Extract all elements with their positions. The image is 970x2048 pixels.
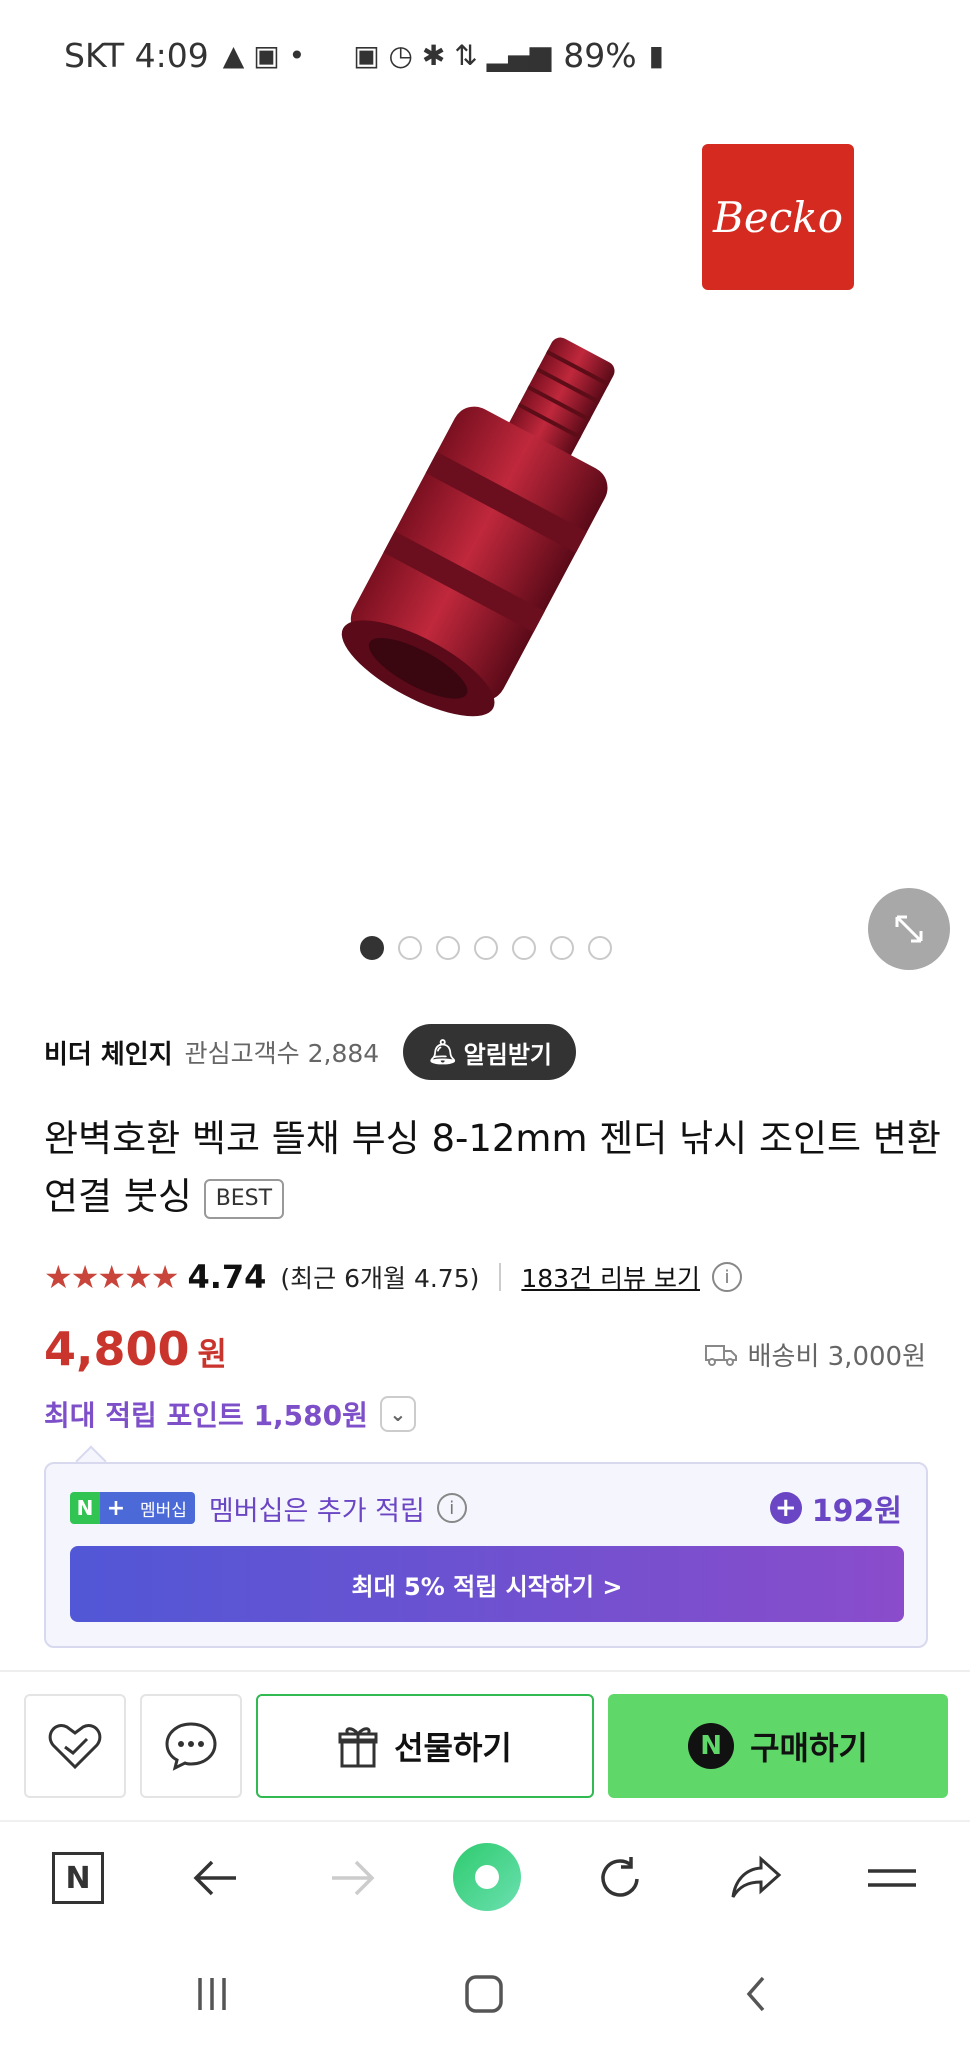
- expand-icon: [895, 915, 923, 943]
- carousel-dot-3[interactable]: [436, 936, 460, 960]
- status-left: SKT 4:09 ▲ ▣ •: [64, 36, 305, 75]
- notification-icons: ▲ ▣ •: [222, 39, 306, 72]
- product-image-carousel[interactable]: Becko: [0, 110, 970, 990]
- alarm-label: 알림받기: [463, 1040, 552, 1069]
- naver-pay-icon: N: [688, 1723, 735, 1769]
- status-bar: SKT 4:09 ▲ ▣ • ▣ ◷ ✱ ⇅ ▂▄▆ 89% ▮: [0, 0, 970, 110]
- menu-button[interactable]: [862, 1848, 922, 1908]
- gift-label: 선물하기: [394, 1729, 512, 1767]
- shipping-info: 배송비 3,000원: [704, 1336, 926, 1373]
- buy-label: 구매하기: [750, 1729, 868, 1767]
- naver-home-icon: N: [52, 1852, 104, 1904]
- membership-text: 멤버십은 추가 적립: [208, 1495, 425, 1527]
- carrier-time: SKT 4:09: [64, 36, 209, 75]
- share-button[interactable]: [726, 1848, 786, 1908]
- seller-fans-count: 관심고객수 2,884: [184, 1039, 380, 1068]
- recents-icon: [198, 1978, 226, 2010]
- recent-rating: (최근 6개월 4.75): [280, 1264, 480, 1293]
- carousel-dot-1[interactable]: [360, 936, 384, 960]
- membership-box: N + 멤버십 멤버십은 추가 적립 i + 192원 최대 5% 적립 시작하…: [44, 1462, 928, 1648]
- gift-icon: [338, 1727, 378, 1768]
- back-button[interactable]: [186, 1848, 246, 1908]
- system-back-button[interactable]: [726, 1964, 786, 2024]
- carousel-indicator: [360, 936, 612, 960]
- recents-button[interactable]: [182, 1964, 242, 2024]
- green-dot-icon: [453, 1843, 521, 1911]
- nplus-membership-badge: N + 멤버십: [70, 1492, 195, 1524]
- max-points-label: 최대 적립 포인트 1,580원: [44, 1399, 368, 1432]
- carousel-dot-5[interactable]: [512, 936, 536, 960]
- rating-stars: ★★★★★: [44, 1258, 179, 1296]
- chevron-down-icon[interactable]: ⌄: [379, 1396, 416, 1432]
- price-value: 4,800: [44, 1322, 190, 1376]
- alarm-button[interactable]: 🔔︎ 알림받기: [403, 1024, 576, 1080]
- share-icon: [731, 1855, 782, 1898]
- status-right: ▣ ◷ ✱ ⇅ ▂▄▆ 89% ▮: [353, 36, 664, 75]
- buy-button[interactable]: N 구매하기: [608, 1694, 948, 1798]
- naver-n-icon: N: [70, 1492, 100, 1524]
- price-unit: 원: [197, 1335, 227, 1373]
- battery-icon: ▮: [648, 39, 664, 72]
- carousel-dot-4[interactable]: [474, 936, 498, 960]
- arrow-left-icon: [193, 1860, 236, 1896]
- carousel-dot-7[interactable]: [588, 936, 612, 960]
- refresh-button[interactable]: [590, 1848, 650, 1908]
- battery-percent: 89%: [563, 36, 637, 75]
- plus-circle-icon: +: [769, 1492, 802, 1524]
- rating-score: 4.74: [187, 1258, 267, 1296]
- max-points[interactable]: 최대 적립 포인트 1,580원 ⌄: [44, 1394, 416, 1434]
- expand-image-button[interactable]: [868, 888, 950, 970]
- hamburger-icon: [868, 1869, 916, 1887]
- truck-icon: [704, 1344, 737, 1366]
- carousel-dot-2[interactable]: [398, 936, 422, 960]
- rating-row: ★★★★★ 4.74 (최근 6개월 4.75) 183건 리뷰 보기 i: [44, 1252, 742, 1302]
- talk-button[interactable]: [140, 1694, 242, 1798]
- system-navigation-bar: [0, 1942, 970, 2048]
- price: 4,800 원: [44, 1322, 227, 1376]
- browser-toolbar: N: [0, 1820, 970, 1932]
- home-icon: [465, 1975, 503, 2013]
- membership-badge-label: 멤버십: [132, 1492, 195, 1524]
- forward-button[interactable]: [322, 1848, 382, 1908]
- product-title: 완벽호환 벡코 뜰채 부싱 8-12mm 젠더 낚시 조인트 변환 연결 붓싱 …: [44, 1110, 944, 1226]
- info-icon[interactable]: i: [712, 1262, 742, 1292]
- best-badge: BEST: [203, 1178, 285, 1219]
- chat-bubble-icon: [165, 1722, 217, 1771]
- divider: [499, 1263, 502, 1291]
- gift-button[interactable]: 선물하기: [256, 1694, 594, 1798]
- green-dot-button[interactable]: [452, 1842, 522, 1912]
- carousel-dot-6[interactable]: [550, 936, 574, 960]
- refresh-icon: [601, 1857, 639, 1897]
- brand-logo: Becko: [702, 144, 854, 290]
- bell-plus-icon: 🔔︎: [427, 1038, 458, 1066]
- membership-points-value: 192원: [811, 1494, 902, 1529]
- naver-home-button[interactable]: N: [48, 1848, 108, 1908]
- review-link[interactable]: 183건 리뷰 보기: [521, 1259, 700, 1295]
- membership-info-icon[interactable]: i: [436, 1493, 467, 1523]
- purchase-action-bar: 선물하기 N 구매하기: [0, 1670, 970, 1816]
- shipping-fee: 배송비 3,000원: [747, 1342, 926, 1372]
- membership-header: N + 멤버십 멤버십은 추가 적립 i + 192원: [70, 1486, 902, 1530]
- membership-start-button[interactable]: 최대 5% 적립 시작하기 >: [70, 1546, 904, 1622]
- membership-points: + 192원: [769, 1486, 902, 1530]
- heart-check-icon: [48, 1724, 102, 1770]
- wishlist-button[interactable]: [24, 1694, 126, 1798]
- arrow-right-icon: [332, 1860, 375, 1896]
- seller-name[interactable]: 비더 체인지: [44, 1034, 173, 1071]
- product-title-text: 완벽호환 벡코 뜰채 부싱 8-12mm 젠더 낚시 조인트 변환 연결 붓싱: [44, 1117, 941, 1218]
- chevron-left-icon: [746, 1976, 765, 2012]
- home-button[interactable]: [454, 1964, 514, 2024]
- product-image: [341, 337, 615, 717]
- seller-row: 비더 체인지 관심고객수 2,884 🔔︎ 알림받기: [44, 1024, 576, 1080]
- plus-icon: +: [100, 1492, 132, 1524]
- system-icons: ▣ ◷ ✱ ⇅ ▂▄▆: [353, 39, 552, 72]
